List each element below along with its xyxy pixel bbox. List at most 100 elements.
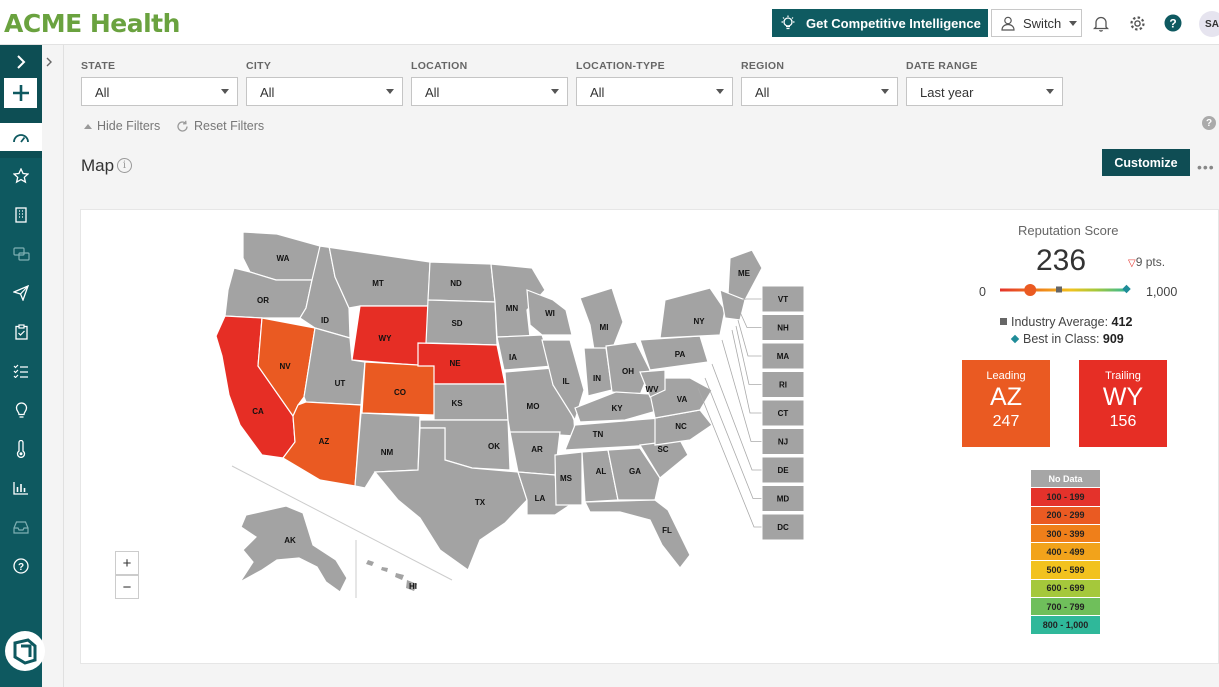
- state-label-PA: PA: [675, 350, 686, 359]
- zoom-out-button[interactable]: −: [115, 575, 139, 599]
- state-label-CT: CT: [778, 409, 789, 418]
- legend-item: 800 - 1,000: [1031, 616, 1100, 635]
- legend-item: 400 - 499: [1031, 543, 1100, 562]
- trailing-value: 156: [1109, 413, 1137, 430]
- reputation-score-change: ▽9 pts.: [1128, 255, 1165, 269]
- callout-line-RI: [735, 325, 762, 385]
- state-label-UT: UT: [335, 379, 346, 388]
- state-label-IN: IN: [593, 374, 601, 383]
- state-label-CO: CO: [394, 388, 406, 397]
- leading-label: Leading: [986, 370, 1026, 382]
- leading-state-card[interactable]: Leading AZ 247: [962, 360, 1050, 447]
- leading-state: AZ: [990, 383, 1022, 411]
- score-scale-max: 1,000: [1146, 285, 1178, 299]
- state-label-AK: AK: [284, 536, 296, 545]
- legend-item: 700 - 799: [1031, 598, 1100, 617]
- best-in-class-label: Best in Class:: [1023, 332, 1100, 346]
- leading-value: 247: [992, 413, 1020, 430]
- legend-item: 600 - 699: [1031, 579, 1100, 599]
- legend-item: No Data: [1031, 470, 1100, 489]
- industry-average: Industry Average: 412: [1000, 315, 1132, 329]
- state-label-MA: MA: [777, 352, 790, 361]
- state-label-OR: OR: [257, 296, 269, 305]
- state-label-KY: KY: [611, 404, 623, 413]
- state-label-MS: MS: [560, 474, 573, 483]
- best-in-class-marker: [1122, 284, 1131, 294]
- score-gauge: [1000, 284, 1131, 296]
- state-FL[interactable]: [584, 499, 691, 569]
- state-label-CA: CA: [252, 407, 264, 416]
- state-label-VT: VT: [778, 295, 788, 304]
- state-label-MO: MO: [527, 402, 540, 411]
- score-scale-min: 0: [979, 285, 986, 299]
- state-label-DC: DC: [777, 523, 789, 532]
- state-label-SC: SC: [657, 445, 668, 454]
- state-label-NY: NY: [693, 317, 705, 326]
- industry-average-marker: [1056, 286, 1062, 293]
- industry-average-label: Industry Average:: [1011, 315, 1109, 329]
- state-label-RI: RI: [779, 381, 787, 390]
- state-label-MD: MD: [777, 495, 790, 504]
- legend-item: 500 - 599: [1031, 561, 1100, 580]
- state-label-SD: SD: [451, 319, 462, 328]
- state-label-NH: NH: [777, 324, 789, 333]
- callout-line-MD: [704, 377, 762, 499]
- state-label-IL: IL: [562, 377, 569, 386]
- score-legend: No Data 100 - 199 200 - 299 300 - 399 400 - …: [1031, 470, 1100, 635]
- reputation-score-title: Reputation Score: [1018, 223, 1119, 238]
- state-label-MI: MI: [600, 323, 609, 332]
- state-label-AR: AR: [531, 445, 543, 454]
- state-label-TN: TN: [593, 430, 604, 439]
- state-MI[interactable]: [579, 287, 624, 351]
- gauge-track: [1000, 288, 1128, 292]
- state-label-ME: ME: [738, 269, 751, 278]
- square-icon: [1000, 318, 1007, 325]
- legend-item: 100 - 199: [1031, 488, 1100, 507]
- legend-item: 300 - 399: [1031, 524, 1100, 544]
- state-label-KS: KS: [451, 399, 463, 408]
- callout-line-DE: [711, 363, 762, 471]
- state-label-HI: HI: [409, 582, 417, 591]
- state-AK[interactable]: [239, 505, 348, 593]
- callout-line-NH: [739, 311, 762, 328]
- state-KS[interactable]: [433, 383, 509, 421]
- state-label-ID: ID: [321, 316, 329, 325]
- state-label-WI: WI: [545, 309, 555, 318]
- state-label-WY: WY: [379, 334, 393, 343]
- callout-line-NJ: [721, 339, 762, 442]
- state-label-VA: VA: [677, 395, 688, 404]
- state-label-DE: DE: [777, 466, 789, 475]
- score-marker: [1024, 284, 1037, 296]
- state-label-OH: OH: [622, 367, 634, 376]
- state-label-TX: TX: [475, 498, 486, 507]
- state-label-AL: AL: [596, 467, 607, 476]
- state-label-NM: NM: [381, 448, 394, 457]
- state-label-WA: WA: [277, 254, 290, 263]
- trailing-state: WY: [1102, 383, 1144, 411]
- state-label-FL: FL: [662, 526, 672, 535]
- trailing-label: Trailing: [1105, 370, 1141, 382]
- industry-average-value: 412: [1111, 315, 1133, 329]
- reputation-score-value: 236: [1036, 244, 1087, 277]
- state-label-MN: MN: [506, 304, 519, 313]
- reputation-change-text: 9 pts.: [1135, 255, 1166, 269]
- trailing-state-card[interactable]: Trailing WY 156: [1079, 360, 1167, 447]
- callout-line-DC: [697, 387, 762, 528]
- state-label-NE: NE: [449, 359, 461, 368]
- state-NY[interactable]: [659, 287, 726, 339]
- state-label-OK: OK: [488, 442, 500, 451]
- state-label-ND: ND: [450, 279, 462, 288]
- callout-line-CT: [731, 329, 762, 414]
- state-label-MT: MT: [372, 279, 384, 288]
- state-label-LA: LA: [535, 494, 546, 503]
- state-label-WV: WV: [646, 385, 660, 394]
- down-arrow-icon: ▽: [1128, 258, 1136, 269]
- state-label-NC: NC: [675, 422, 687, 431]
- best-in-class-value: 909: [1102, 332, 1124, 346]
- legend-item: 200 - 299: [1031, 506, 1100, 525]
- best-in-class: Best in Class: 909: [1010, 332, 1124, 346]
- state-label-NJ: NJ: [778, 438, 788, 447]
- state-label-NV: NV: [279, 362, 291, 371]
- state-label-IA: IA: [509, 353, 517, 362]
- zoom-in-button[interactable]: +: [115, 551, 139, 575]
